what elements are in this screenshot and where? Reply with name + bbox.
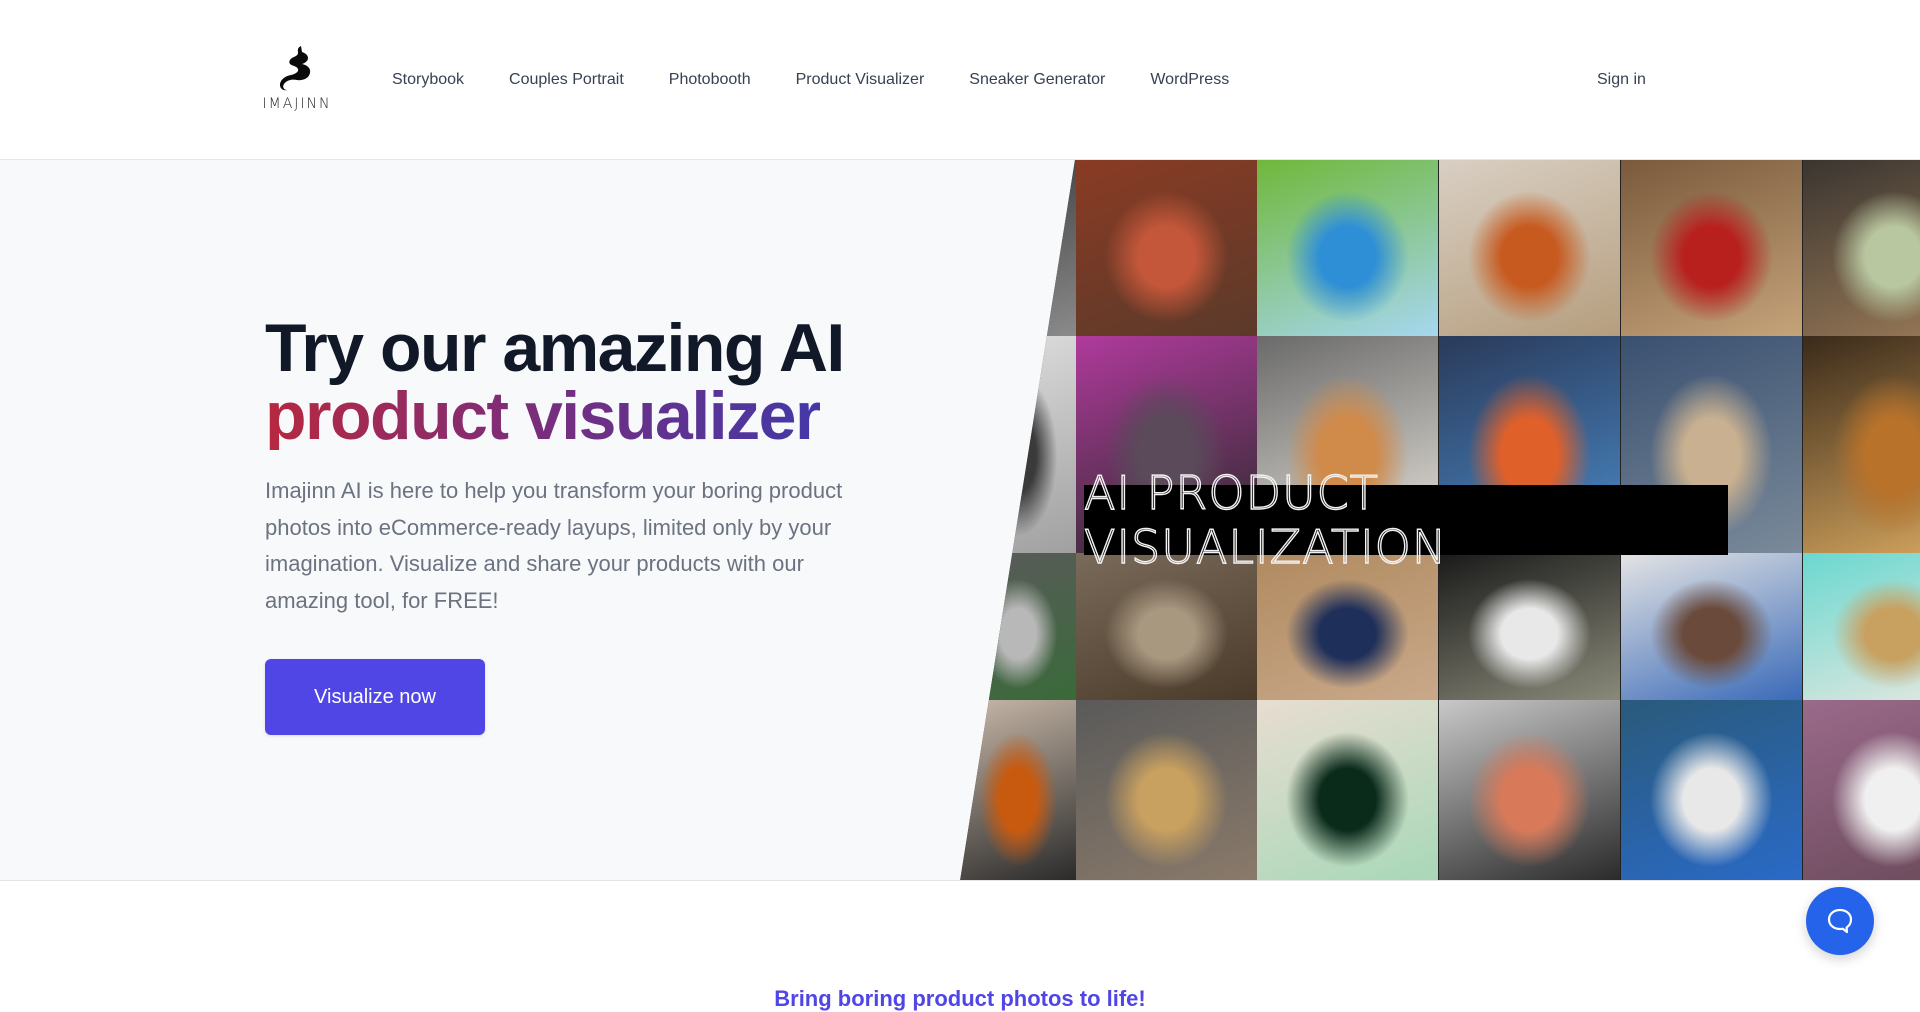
- collage-tile-stained-glass-lamp: [1439, 700, 1620, 880]
- collage-tile-cowbell-on-wood: [1076, 700, 1257, 880]
- site-header: IMAJINN Storybook Couples Portrait Photo…: [0, 0, 1920, 160]
- collage-tile-patio-chair: [960, 553, 1076, 700]
- chat-button[interactable]: [1806, 887, 1874, 955]
- hero-description: Imajinn AI is here to help you transform…: [265, 478, 843, 613]
- hero-title: Try our amazing AI product visualizer: [265, 314, 845, 454]
- collage-tile-painting-on-easel-against-brick-wall: [1076, 160, 1257, 336]
- sign-in-link[interactable]: Sign in: [1597, 70, 1646, 90]
- hero-title-line1: Try our amazing AI: [265, 310, 845, 386]
- collage-tile-teddy-bear: [1803, 336, 1920, 553]
- genie-logo-icon: [280, 46, 311, 91]
- logo[interactable]: IMAJINN: [262, 44, 332, 116]
- chat-bubble-icon: [1827, 908, 1853, 934]
- nav-sneaker-generator[interactable]: Sneaker Generator: [969, 70, 1105, 90]
- collage-tile-black-sneakers-on-rock: [1439, 553, 1620, 700]
- nav-photobooth[interactable]: Photobooth: [669, 70, 751, 90]
- collage-tile-speedboat-on-water: [1621, 700, 1802, 880]
- section-subheading: Bring boring product photos to life!: [774, 986, 1146, 1011]
- collage-tile-slinky-dog-toy-on-box: [1439, 160, 1620, 336]
- collage-tile-white-sneakers-on-pink-rock: [1803, 700, 1920, 880]
- collage-tile-keyboard: [960, 336, 1076, 553]
- main-nav: Storybook Couples Portrait Photobooth Pr…: [392, 70, 1274, 90]
- collage-tile-blue-golf-bag-on-green: [1257, 160, 1438, 336]
- nav-couples-portrait[interactable]: Couples Portrait: [509, 70, 624, 90]
- collage-tile-grooming-kit-in-case: [1803, 160, 1920, 336]
- collage-tile-red-candles: [1621, 160, 1802, 336]
- product-collage-image: AI PRODUCT VISUALIZATION: [960, 160, 1920, 880]
- nav-storybook[interactable]: Storybook: [392, 70, 464, 90]
- collage-tile-game-console-with-controller: [1621, 553, 1802, 700]
- nav-wordpress[interactable]: WordPress: [1150, 70, 1229, 90]
- collage-tile-vintage-teal-car: [1803, 553, 1920, 700]
- collage-tile-orange-side-table: [960, 700, 1076, 880]
- visualize-now-button[interactable]: Visualize now: [265, 659, 485, 735]
- collage-tile-navy-sneakers: [1257, 553, 1438, 700]
- hero-section: Try our amazing AI product visualizer Im…: [0, 160, 1920, 881]
- collage-tile-handheld-game-console: [1257, 700, 1438, 880]
- nav-product-visualizer[interactable]: Product Visualizer: [796, 70, 925, 90]
- collage-banner-text: AI PRODUCT VISUALIZATION: [1083, 465, 1448, 574]
- collage-banner: AI PRODUCT VISUALIZATION: [1083, 465, 1728, 575]
- logo-text: IMAJINN: [262, 96, 332, 112]
- hero-title-gradient: product visualizer: [265, 378, 821, 454]
- collage-tile-boots-on-stone-wall: [1076, 553, 1257, 700]
- collage-tile-desk-scene: [960, 160, 1076, 336]
